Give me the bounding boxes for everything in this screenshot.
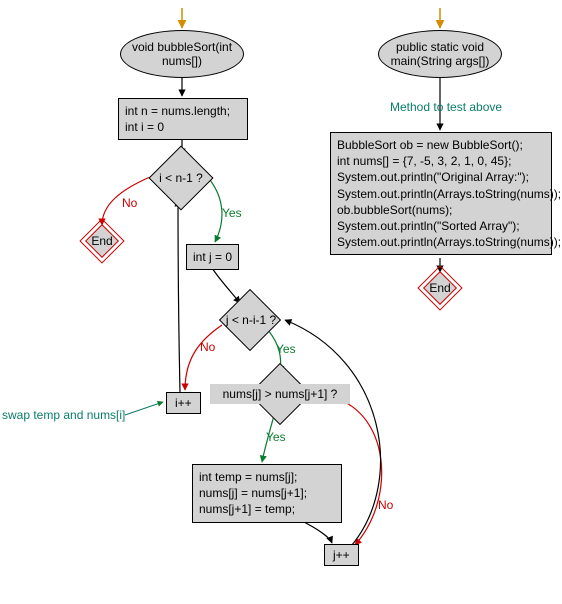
left-init-j-box: int j = 0 [186, 244, 239, 270]
right-end-text: End [424, 272, 456, 304]
left-inc-j-text: j++ [333, 548, 350, 562]
dec-j-no-label: No [200, 340, 215, 354]
left-init-text: int n = nums.length; int i = 0 [125, 103, 241, 135]
right-end-node: End [424, 272, 456, 304]
right-start-text: public static void main(String args[]) [383, 40, 497, 68]
left-end-text: End [86, 225, 118, 257]
dec-i-no-label: No [122, 196, 137, 210]
dec-swap-no-label: No [378, 498, 393, 512]
left-init-j-text: int j = 0 [193, 250, 232, 264]
left-dec-swap-label: nums[j] > nums[j+1] ? [210, 384, 350, 404]
left-dec-j-label: j < n-i-1 ? [210, 310, 292, 330]
left-inc-i-box: i++ [166, 392, 201, 414]
dec-i-yes-label: Yes [222, 206, 242, 220]
left-swap-text: int temp = nums[j]; nums[j] = nums[j+1];… [199, 469, 335, 518]
dec-j-yes-label: Yes [276, 342, 296, 356]
dec-swap-yes-label: Yes [266, 430, 286, 444]
right-body-box: BubbleSort ob = new BubbleSort(); int nu… [330, 132, 552, 255]
left-start-text: void bubbleSort(int nums[]) [125, 40, 239, 68]
left-swap-box: int temp = nums[j]; nums[j] = nums[j+1];… [192, 464, 342, 523]
right-method-note: Method to test above [390, 100, 502, 114]
left-start-node: void bubbleSort(int nums[]) [120, 30, 244, 78]
left-inc-j-box: j++ [324, 544, 359, 566]
left-end-node: End [86, 225, 118, 257]
left-dec-i-label: i < n-1 ? [146, 168, 216, 188]
right-start-node: public static void main(String args[]) [378, 30, 502, 78]
left-init-box: int n = nums.length; int i = 0 [118, 98, 248, 140]
swap-note-label: swap temp and nums[i] [2, 408, 125, 422]
left-inc-i-text: i++ [175, 396, 192, 410]
right-body-text: BubbleSort ob = new BubbleSort(); int nu… [337, 137, 545, 250]
